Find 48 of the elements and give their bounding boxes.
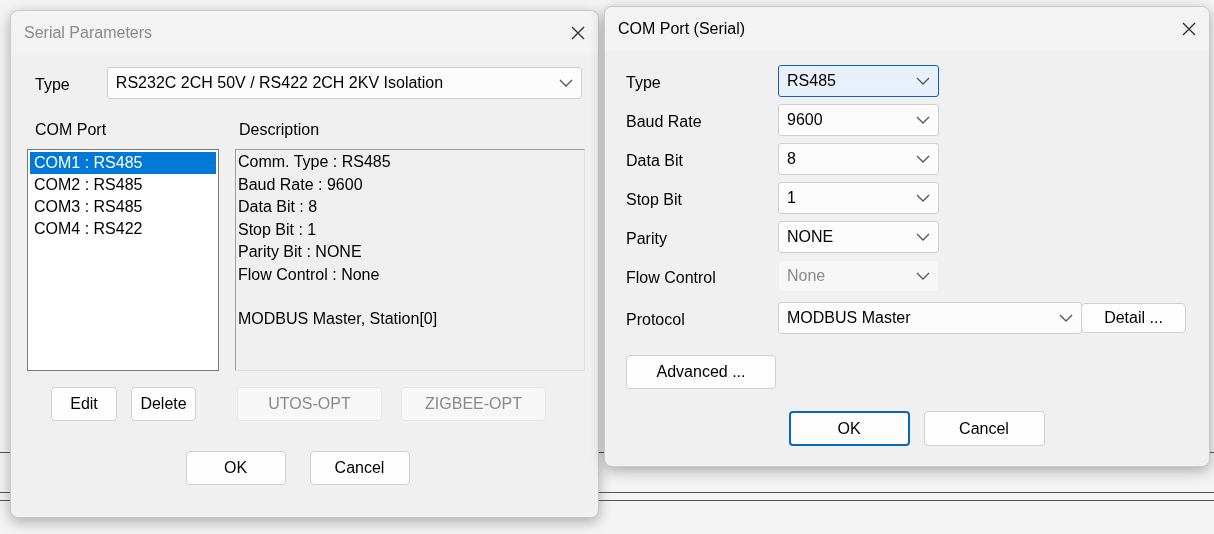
dropdown[interactable]: 8: [778, 143, 939, 175]
list-item[interactable]: COM4 : RS422: [30, 218, 216, 240]
field-label: Data Bit: [626, 152, 684, 170]
description-line: MODBUS Master, Station[0]: [238, 309, 439, 329]
list-item[interactable]: COM2 : RS485: [30, 174, 216, 196]
chevron-down-icon: [916, 77, 930, 85]
chevron-down-icon: [916, 272, 930, 280]
list-item[interactable]: COM3 : RS485: [30, 196, 216, 218]
dropdown[interactable]: MODBUS Master: [778, 302, 1082, 334]
button[interactable]: Advanced ...: [626, 355, 776, 389]
description-line: Baud Rate : 9600: [238, 174, 364, 195]
field-label: Parity: [626, 230, 668, 248]
section-label: COM Port: [34, 121, 107, 138]
button[interactable]: Detail ...: [1081, 303, 1186, 333]
button[interactable]: Cancel: [309, 451, 410, 485]
window-title: Serial Parameters: [24, 24, 153, 42]
description-line: Flow Control : None: [238, 264, 381, 285]
chevron-down-icon: [559, 79, 573, 87]
button[interactable]: OK: [185, 451, 286, 485]
chevron-down-icon: [1059, 314, 1073, 322]
field-label: Protocol: [626, 311, 686, 329]
dropdown[interactable]: NONE: [778, 221, 939, 253]
chevron-down-icon: [916, 233, 930, 241]
close-icon[interactable]: [570, 25, 586, 41]
section-label: Description: [238, 121, 320, 138]
window-title: COM Port (Serial): [618, 20, 746, 38]
dropdown[interactable]: 9600: [778, 104, 939, 136]
chevron-down-icon: [916, 155, 930, 163]
description-line: Stop Bit : 1: [238, 219, 318, 240]
chevron-down-icon: [916, 194, 930, 202]
button[interactable]: OK: [788, 411, 910, 446]
button[interactable]: Edit: [51, 387, 117, 421]
type-dropdown[interactable]: RS232C 2CH 50V / RS422 2CH 2KV Isolation: [106, 67, 582, 99]
button[interactable]: Cancel: [923, 411, 1045, 446]
field-label: Stop Bit: [626, 191, 684, 209]
list-item[interactable]: COM1 : RS485: [30, 152, 216, 174]
button[interactable]: Delete: [131, 387, 196, 421]
field-label: Type: [34, 76, 71, 94]
field-label: Flow Control: [626, 269, 717, 287]
field-label: Baud Rate: [626, 113, 703, 131]
chevron-down-icon: [916, 116, 930, 124]
description-line: Comm. Type : RS485: [238, 152, 392, 172]
field-label: Type: [626, 74, 662, 92]
dropdown[interactable]: 1: [778, 182, 939, 214]
dropdown[interactable]: RS485: [778, 65, 939, 97]
close-icon[interactable]: [1181, 21, 1197, 37]
description-line: Parity Bit : NONE: [238, 242, 363, 262]
description-line: Data Bit : 8: [238, 197, 319, 217]
